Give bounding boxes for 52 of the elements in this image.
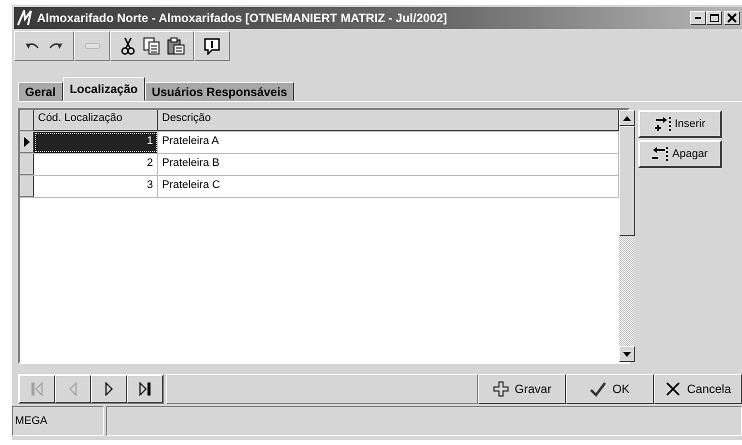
- current-row-icon: [24, 137, 30, 147]
- status-text: MEGA: [12, 406, 104, 436]
- minimize-icon: [695, 17, 701, 19]
- insert-row-icon: [654, 116, 671, 132]
- scroll-up-icon: [623, 116, 631, 120]
- undo-icon: [25, 42, 39, 50]
- table-cell: 2: [34, 154, 158, 175]
- table-cell: 1: [34, 132, 158, 153]
- maximize-icon: [709, 13, 719, 23]
- paste-icon: [167, 37, 185, 55]
- close-button[interactable]: [724, 11, 740, 25]
- tab[interactable]: Localização: [62, 77, 145, 101]
- next-icon: [103, 382, 115, 396]
- scrollbar[interactable]: [619, 110, 635, 362]
- copy-button[interactable]: [143, 37, 161, 55]
- minimize-button[interactable]: [690, 11, 706, 25]
- last-record-button[interactable]: [127, 375, 163, 403]
- scroll-down-icon: [623, 352, 631, 356]
- tab[interactable]: Geral: [18, 82, 63, 101]
- info-icon: [203, 37, 221, 55]
- scissors-button[interactable]: [119, 37, 137, 55]
- info-button[interactable]: [203, 37, 221, 55]
- close-icon: [727, 13, 737, 23]
- first-record-icon: [31, 382, 43, 396]
- save-button[interactable]: Gravar: [478, 374, 566, 404]
- scissors-icon: [119, 37, 137, 55]
- close-icon: [664, 381, 681, 397]
- ok-button[interactable]: OK: [566, 374, 654, 404]
- row-indicator: [20, 110, 34, 131]
- tab[interactable]: Usuários Responsáveis: [144, 82, 294, 101]
- copy-icon: [143, 37, 161, 55]
- table-cell: 3: [34, 176, 158, 197]
- column-header[interactable]: Cód. Localização: [34, 110, 158, 131]
- row-indicator[interactable]: [20, 176, 34, 197]
- cancel-button[interactable]: Cancela: [654, 374, 742, 404]
- row-indicator[interactable]: [20, 132, 34, 153]
- save-icon: [492, 381, 509, 397]
- checkmark-icon: [590, 381, 606, 397]
- window-title: Almoxarifado Norte - Almoxarifados [OTNEMANIERT MATRIZ - Jul/2002]: [37, 11, 448, 25]
- paste-button[interactable]: [167, 37, 185, 55]
- insert-button[interactable]: Inserir: [638, 110, 722, 138]
- minus-icon: [84, 43, 100, 49]
- next-button[interactable]: [91, 375, 127, 403]
- row-indicator[interactable]: [20, 154, 34, 175]
- delete-button[interactable]: Apagar: [638, 140, 722, 168]
- last-record-icon: [139, 382, 151, 396]
- delete-row-icon: [652, 146, 668, 162]
- maximize-button[interactable]: [706, 11, 722, 25]
- redo-icon: [49, 42, 63, 50]
- previous-icon: [67, 382, 79, 396]
- logo-icon: [17, 10, 33, 26]
- column-header[interactable]: Descrição: [158, 110, 619, 131]
